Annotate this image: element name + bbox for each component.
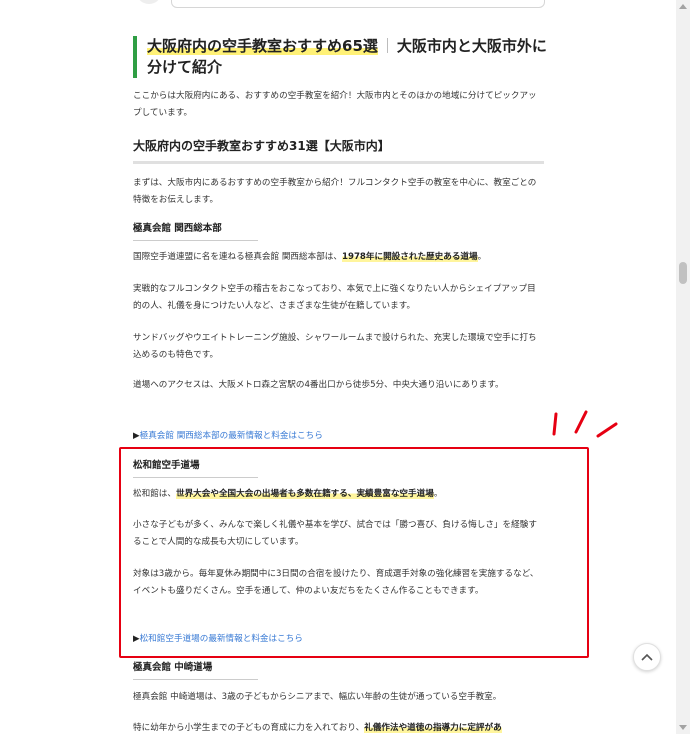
highlight-text: 礼儀作法や道徳の指導力に定評があ — [364, 723, 502, 733]
dojo-paragraph: 国際空手道連盟に名を連ねる極真会館 関西総本部は、1978年に開設された歴史ある… — [133, 252, 487, 262]
article-heading: 大阪府内の空手教室おすすめ65選｜大阪市内と大阪市外に分けて紹介 — [133, 36, 557, 78]
chevron-up-icon — [641, 653, 653, 661]
heading-separator: ｜ — [379, 37, 395, 55]
author-avatar — [136, 0, 162, 4]
page-scrollbar[interactable] — [676, 0, 690, 734]
attention-marks-icon — [552, 410, 618, 438]
dojo-info-link[interactable]: 極真会館 関西総本部の最新情報と料金はこちら — [140, 431, 323, 441]
scroll-down-arrow-icon[interactable] — [679, 725, 687, 730]
article-intro: ここからは大阪府内にある、おすすめの空手教室を紹介！大阪市内とそのほかの地域に分… — [133, 91, 537, 118]
article-page: 大阪府内の空手教室おすすめ65選｜大阪市内と大阪市外に分けて紹介 ここからは大阪… — [0, 0, 676, 734]
back-to-top-button[interactable] — [633, 643, 661, 671]
dojo-heading: 極真会館 関西総本部 — [133, 220, 258, 241]
heading-highlight: 大阪府内の空手教室おすすめ65選 — [147, 37, 378, 55]
scrollbar-thumb[interactable] — [679, 262, 687, 284]
author-comment-box — [171, 0, 545, 8]
section-heading: 大阪府内の空手教室おすすめ31選【大阪市内】 — [133, 137, 544, 164]
dojo-heading: 極真会館 中崎道場 — [133, 659, 258, 680]
dojo-paragraph: サンドバッグやウエイトトレーニング施設、シャワールームまで設けられた、充実した環… — [133, 333, 537, 360]
dojo-paragraph: 特に幼年から小学生までの子どもの育成に力を入れており、礼儀作法や道徳の指導力に定… — [133, 723, 502, 733]
highlight-text: 1978年に開設された歴史ある道場 — [341, 252, 478, 262]
dojo-info-link-row: ▶極真会館 関西総本部の最新情報と料金はこちら — [133, 429, 323, 441]
dojo-paragraph: 実戦的なフルコンタクト空手の稽古をおこなっており、本気で上に強くなりたい人からシ… — [133, 284, 536, 311]
triangle-bullet-icon: ▶ — [133, 431, 140, 441]
section-intro: まずは、大阪市内にあるおすすめの空手教室から紹介！フルコンタクト空手の教室を中心… — [133, 178, 537, 205]
annotation-highlight-box — [119, 447, 589, 658]
dojo-paragraph: 道場へのアクセスは、大阪メトロ森之宮駅の4番出口から徒歩5分、中央大通り沿いにあ… — [133, 380, 504, 390]
scroll-up-arrow-icon[interactable] — [679, 4, 687, 9]
dojo-paragraph: 極真会館 中崎道場は、3歳の子どもからシニアまで、幅広い年齢の生徒が通っている空… — [133, 692, 502, 702]
